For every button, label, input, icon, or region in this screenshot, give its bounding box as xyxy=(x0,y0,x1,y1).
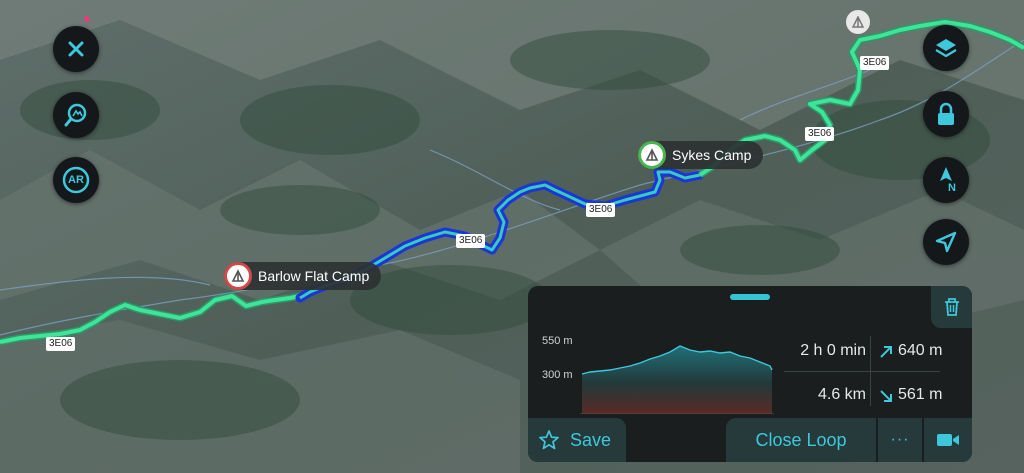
lock-icon xyxy=(938,102,954,125)
close-loop-button[interactable]: Close Loop xyxy=(726,418,876,462)
save-button[interactable]: Save xyxy=(528,418,626,462)
camp-name: Sykes Camp xyxy=(672,147,752,163)
layers-icon xyxy=(935,39,957,58)
map-search-button[interactable] xyxy=(53,92,99,138)
distance-value: 4.6 km xyxy=(817,386,866,403)
ar-label: AR xyxy=(68,174,84,186)
lock-button[interactable] xyxy=(923,91,969,137)
trail-tag: 3E06 xyxy=(456,234,486,248)
trail-tag: 3E06 xyxy=(860,56,890,70)
compass-button[interactable]: N xyxy=(923,157,969,203)
status-dot xyxy=(84,16,90,22)
delete-button[interactable] xyxy=(931,286,972,328)
ar-button[interactable]: AR xyxy=(53,157,99,203)
close-icon xyxy=(68,41,84,57)
elevation-max-label: 550 m xyxy=(542,335,573,347)
trail-tag: 3E06 xyxy=(46,337,76,351)
tent-icon xyxy=(852,16,864,28)
location-arrow-icon xyxy=(935,231,957,253)
camp-name: Barlow Flat Camp xyxy=(258,268,370,284)
close-loop-label: Close Loop xyxy=(755,429,847,450)
camp-pin[interactable] xyxy=(846,10,870,34)
layers-button[interactable] xyxy=(923,25,969,71)
trail-tag: 3E06 xyxy=(805,127,835,141)
stats-divider-h xyxy=(784,371,940,372)
panel-footer: Save Close Loop ··· xyxy=(528,418,972,462)
locate-button[interactable] xyxy=(923,219,969,265)
camp-marker-barlow-flat[interactable]: Barlow Flat Camp xyxy=(224,262,382,290)
elevation-min-label: 300 m xyxy=(542,369,573,381)
elevation-profile[interactable] xyxy=(580,332,774,414)
close-button[interactable] xyxy=(53,26,99,72)
descent-value: 561 m xyxy=(898,386,943,403)
trash-icon xyxy=(944,298,959,316)
video-button[interactable] xyxy=(924,418,972,462)
star-icon xyxy=(539,430,559,450)
camp-marker-sykes[interactable]: Sykes Camp xyxy=(638,141,764,169)
route-panel: 550 m 300 m 2 h 0 min 4.6 km 640 m 561 m xyxy=(528,286,972,462)
tent-icon xyxy=(638,141,666,169)
tent-icon xyxy=(224,262,252,290)
save-label: Save xyxy=(570,429,612,450)
trail-tag: 3E06 xyxy=(586,203,616,217)
map-search-icon xyxy=(64,103,87,127)
panel-grabber[interactable] xyxy=(730,294,770,300)
north-label: N xyxy=(948,182,956,194)
duration-value: 2 h 0 min xyxy=(800,342,866,359)
more-button[interactable]: ··· xyxy=(878,418,922,462)
descent-arrow-icon xyxy=(880,390,892,402)
ascent-value: 640 m xyxy=(898,342,943,359)
more-icon: ··· xyxy=(890,431,910,448)
ascent-arrow-icon xyxy=(880,346,892,358)
video-camera-icon xyxy=(937,434,959,446)
